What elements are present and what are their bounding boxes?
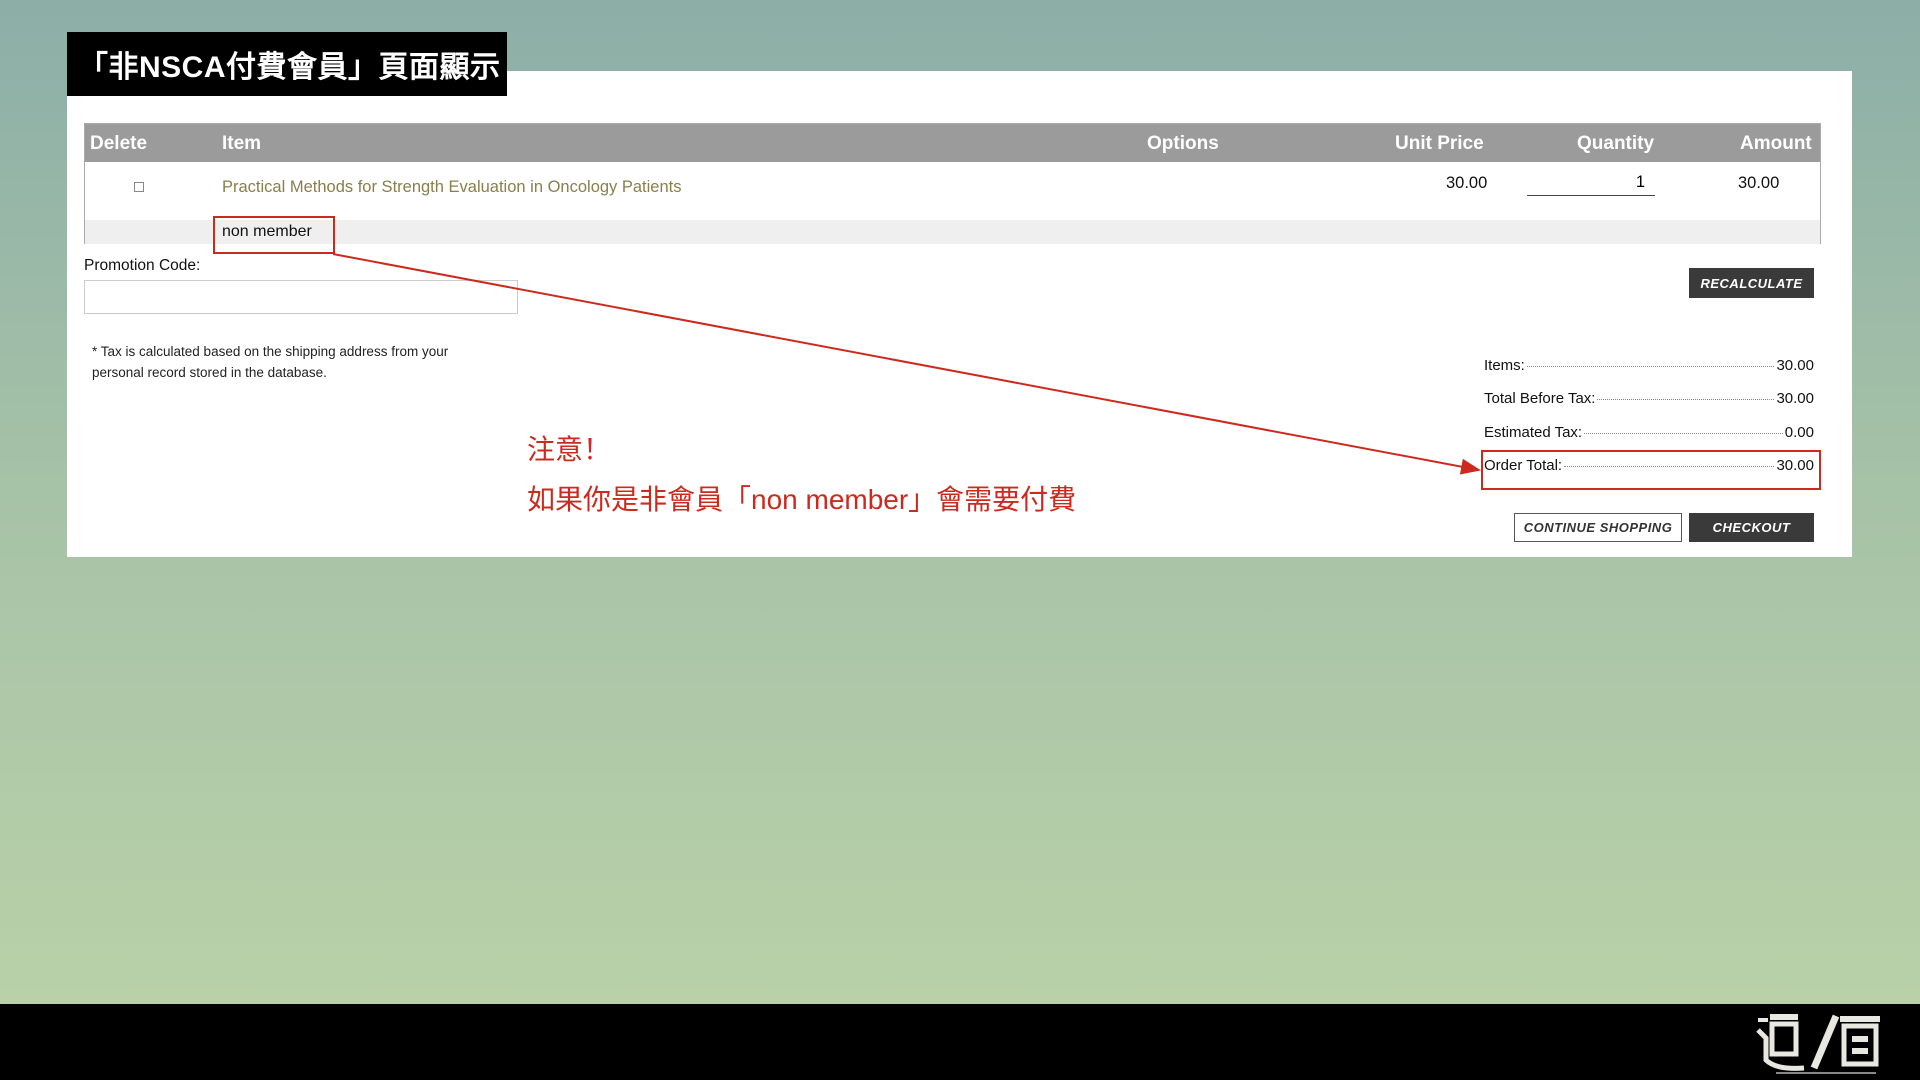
order-total-highlight bbox=[1481, 450, 1821, 490]
header-unit-price: Unit Price bbox=[1395, 133, 1484, 154]
quantity-input[interactable] bbox=[1527, 170, 1655, 196]
delete-checkbox[interactable] bbox=[134, 182, 144, 192]
brand-logo-icon bbox=[1756, 1014, 1880, 1074]
slide-title: 「非NSCA付費會員」頁面顯示 bbox=[67, 32, 507, 96]
header-quantity: Quantity bbox=[1577, 133, 1655, 154]
summary-leader bbox=[1584, 433, 1783, 434]
promo-label: Promotion Code: bbox=[84, 257, 201, 274]
continue-shopping-button[interactable]: CONTINUE SHOPPING bbox=[1514, 513, 1682, 542]
summary-items-value: 30.00 bbox=[1776, 357, 1814, 374]
summary-items-label: Items: bbox=[1484, 357, 1525, 374]
notice-line-1: 注意！ bbox=[527, 434, 612, 465]
amount-value: 30.00 bbox=[1738, 174, 1780, 192]
summary-before-tax-value: 30.00 bbox=[1776, 390, 1814, 407]
item-link[interactable]: Practical Methods for Strength Evaluatio… bbox=[222, 178, 682, 197]
header-options: Options bbox=[1147, 133, 1219, 154]
notice-line-2: 如果你是非會員「non member」會需要付費 bbox=[527, 484, 1077, 515]
summary-estimated-tax-label: Estimated Tax: bbox=[1484, 424, 1583, 441]
tax-note: * Tax is calculated based on the shippin… bbox=[92, 344, 449, 380]
cart-table: Delete Item Options Unit Price Quantity … bbox=[84, 123, 1821, 244]
summary-estimated-tax: Estimated Tax: 0.00 bbox=[1484, 424, 1814, 444]
unit-price-value: 30.00 bbox=[1446, 174, 1488, 192]
summary-before-tax: Total Before Tax: 30.00 bbox=[1484, 390, 1814, 410]
recalculate-button[interactable]: RECALCULATE bbox=[1689, 268, 1814, 298]
member-type-row: non member bbox=[85, 220, 1820, 244]
non-member-highlight bbox=[213, 216, 335, 254]
summary-estimated-tax-value: 0.00 bbox=[1784, 424, 1814, 441]
table-header: Delete Item Options Unit Price Quantity … bbox=[85, 124, 1820, 162]
header-delete: Delete bbox=[90, 133, 148, 154]
table-row: Practical Methods for Strength Evaluatio… bbox=[85, 162, 1820, 220]
header-item: Item bbox=[222, 133, 262, 154]
summary-before-tax-label: Total Before Tax: bbox=[1484, 390, 1596, 407]
summary-items: Items: 30.00 bbox=[1484, 357, 1814, 377]
header-amount: Amount bbox=[1740, 133, 1812, 154]
notice-annotation: 注意！ 如果你是非會員「non member」會需要付費 bbox=[527, 425, 1076, 525]
bottom-bar bbox=[0, 1004, 1920, 1080]
summary-leader bbox=[1526, 366, 1775, 367]
promo-code-input[interactable] bbox=[84, 280, 518, 314]
summary-leader bbox=[1597, 399, 1775, 400]
checkout-button[interactable]: CHECKOUT bbox=[1689, 513, 1814, 542]
